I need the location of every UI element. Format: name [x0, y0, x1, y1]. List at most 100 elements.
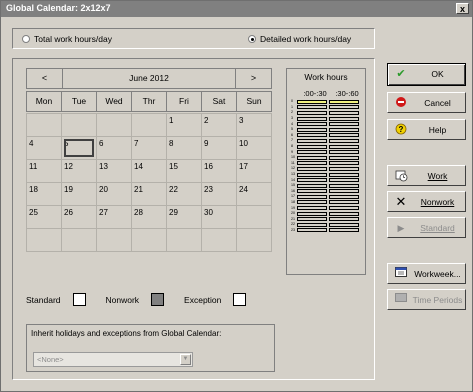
hour-slot-second-half[interactable] — [329, 178, 359, 183]
calendar-day[interactable]: 3 — [236, 113, 272, 137]
hour-slot-second-half[interactable] — [329, 161, 359, 166]
calendar-day-empty[interactable] — [131, 228, 167, 252]
calendar-day[interactable]: 20 — [96, 182, 132, 206]
hour-slot-first-half[interactable] — [297, 206, 327, 211]
standard-button[interactable]: ▶ Standard — [387, 217, 466, 238]
hour-slot-first-half[interactable] — [297, 161, 327, 166]
hour-slot-second-half[interactable] — [329, 122, 359, 127]
hour-slot-first-half[interactable] — [297, 122, 327, 127]
calendar-day[interactable]: 25 — [26, 205, 62, 229]
hour-slot-second-half[interactable] — [329, 127, 359, 132]
calendar-day[interactable]: 22 — [166, 182, 202, 206]
calendar-day[interactable]: 17 — [236, 159, 272, 183]
cancel-button[interactable]: Cancel — [387, 92, 466, 113]
hour-slot-first-half[interactable] — [297, 183, 327, 188]
hour-slot-second-half[interactable] — [329, 155, 359, 160]
help-button[interactable]: ? Help — [387, 119, 466, 140]
hour-slot-first-half[interactable] — [297, 144, 327, 149]
calendar-day[interactable]: 7 — [131, 136, 167, 160]
hour-slot-second-half[interactable] — [329, 183, 359, 188]
calendar-day-empty[interactable] — [236, 228, 272, 252]
hour-slot-first-half[interactable] — [297, 222, 327, 227]
hour-slot-second-half[interactable] — [329, 166, 359, 171]
calendar-day[interactable]: 24 — [236, 182, 272, 206]
calendar-day[interactable]: 16 — [201, 159, 237, 183]
calendar-day-empty[interactable] — [236, 205, 272, 229]
hour-slot-second-half[interactable] — [329, 133, 359, 138]
prev-month-button[interactable]: < — [27, 69, 63, 88]
calendar-day[interactable]: 8 — [166, 136, 202, 160]
hour-slot-second-half[interactable] — [329, 217, 359, 222]
calendar-day[interactable]: 18 — [26, 182, 62, 206]
calendar-day[interactable]: 30 — [201, 205, 237, 229]
close-button[interactable]: x — [456, 3, 469, 14]
calendar-day-empty[interactable] — [131, 113, 167, 137]
calendar-day[interactable]: 15 — [166, 159, 202, 183]
calendar-day[interactable]: 14 — [131, 159, 167, 183]
hour-slot-first-half[interactable] — [297, 217, 327, 222]
hour-slot-first-half[interactable] — [297, 150, 327, 155]
hour-slot-first-half[interactable] — [297, 127, 327, 132]
nonwork-button[interactable]: ✕ Nonwork — [387, 191, 466, 212]
hour-slot-first-half[interactable] — [297, 138, 327, 143]
total-hours-radio[interactable]: Total work hours/day — [22, 34, 112, 44]
chevron-down-icon[interactable]: ▼ — [180, 354, 191, 365]
calendar-day[interactable]: 12 — [61, 159, 97, 183]
hour-slot-second-half[interactable] — [329, 222, 359, 227]
hour-slot-second-half[interactable] — [329, 110, 359, 115]
hour-slot-first-half[interactable] — [297, 178, 327, 183]
calendar-day-empty[interactable] — [96, 228, 132, 252]
hour-slot-first-half[interactable] — [297, 99, 327, 104]
calendar-day[interactable]: 26 — [61, 205, 97, 229]
hour-slot-first-half[interactable] — [297, 155, 327, 160]
calendar-day[interactable]: 5 — [61, 136, 97, 160]
radio-circle-selected[interactable] — [248, 35, 256, 43]
hour-slot-first-half[interactable] — [297, 116, 327, 121]
hour-slot-first-half[interactable] — [297, 189, 327, 194]
calendar-day-empty[interactable] — [201, 228, 237, 252]
calendar-day[interactable]: 1 — [166, 113, 202, 137]
next-month-button[interactable]: > — [235, 69, 271, 88]
calendar-day[interactable]: 13 — [96, 159, 132, 183]
hour-slot-first-half[interactable] — [297, 166, 327, 171]
hour-slot-second-half[interactable] — [329, 206, 359, 211]
calendar-day[interactable]: 19 — [61, 182, 97, 206]
hour-slot-second-half[interactable] — [329, 200, 359, 205]
calendar-day[interactable]: 27 — [96, 205, 132, 229]
hour-slot-first-half[interactable] — [297, 228, 327, 233]
calendar-day-empty[interactable] — [26, 113, 62, 137]
calendar-day[interactable]: 10 — [236, 136, 272, 160]
hour-slot-second-half[interactable] — [329, 228, 359, 233]
calendar-day[interactable]: 6 — [96, 136, 132, 160]
calendar-day-empty[interactable] — [61, 113, 97, 137]
time-periods-button[interactable]: Time Periods — [387, 289, 466, 310]
hour-slot-second-half[interactable] — [329, 144, 359, 149]
hour-slot-first-half[interactable] — [297, 200, 327, 205]
hour-slot-second-half[interactable] — [329, 189, 359, 194]
hour-slot-second-half[interactable] — [329, 211, 359, 216]
hour-slot-second-half[interactable] — [329, 116, 359, 121]
calendar-day-empty[interactable] — [26, 228, 62, 252]
hour-slot-first-half[interactable] — [297, 133, 327, 138]
calendar-day-empty[interactable] — [96, 113, 132, 137]
calendar-day[interactable]: 2 — [201, 113, 237, 137]
hour-slot-second-half[interactable] — [329, 105, 359, 110]
hour-slot-first-half[interactable] — [297, 105, 327, 110]
hour-slot-second-half[interactable] — [329, 172, 359, 177]
ok-button[interactable]: ✔ OK — [387, 63, 466, 86]
work-button[interactable]: Work — [387, 165, 466, 186]
radio-circle[interactable] — [22, 35, 30, 43]
hour-slot-first-half[interactable] — [297, 110, 327, 115]
calendar-day-empty[interactable] — [61, 228, 97, 252]
inherit-calendar-select[interactable]: <None> ▼ — [33, 352, 193, 367]
hour-slot-first-half[interactable] — [297, 172, 327, 177]
calendar-day[interactable]: 28 — [131, 205, 167, 229]
calendar-day[interactable]: 9 — [201, 136, 237, 160]
hour-slot-second-half[interactable] — [329, 99, 359, 104]
hour-slot-second-half[interactable] — [329, 194, 359, 199]
hour-slot-first-half[interactable] — [297, 194, 327, 199]
calendar-day-empty[interactable] — [166, 228, 202, 252]
calendar-day[interactable]: 29 — [166, 205, 202, 229]
hour-slot-first-half[interactable] — [297, 211, 327, 216]
calendar-day[interactable]: 23 — [201, 182, 237, 206]
